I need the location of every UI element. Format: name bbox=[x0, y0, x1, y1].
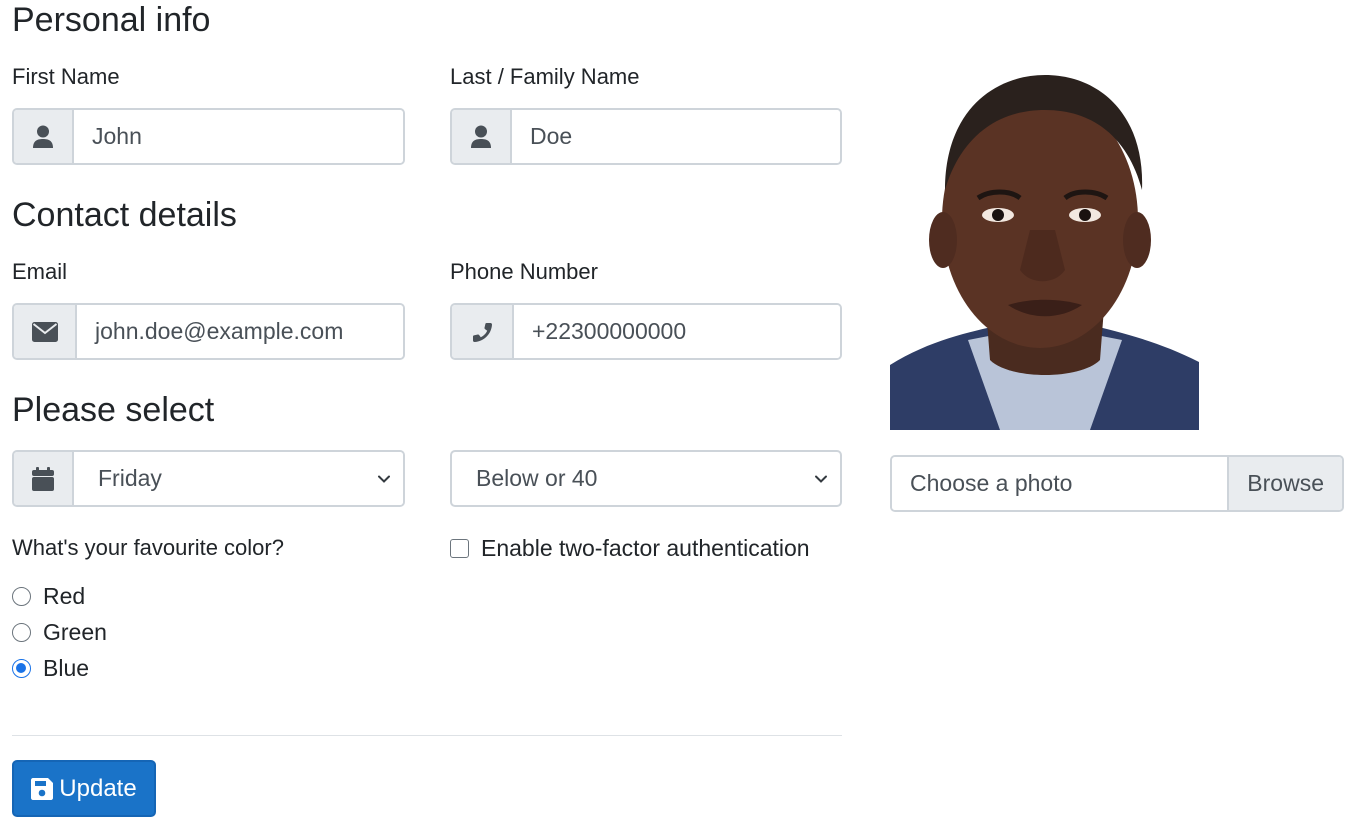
profile-photo bbox=[890, 70, 1199, 430]
last-name-input[interactable]: Doe bbox=[512, 110, 840, 163]
radio-label-green: Green bbox=[43, 618, 107, 645]
age-select-value: Below or 40 bbox=[476, 465, 598, 491]
email-label: Email bbox=[12, 259, 68, 284]
two-factor-label: Enable two-factor authentication bbox=[481, 534, 810, 561]
color-option-blue[interactable]: Blue bbox=[12, 650, 89, 686]
age-select[interactable]: Below or 40 bbox=[450, 450, 842, 507]
email-input[interactable]: john.doe@example.com bbox=[77, 305, 403, 358]
two-factor-option[interactable]: Enable two-factor authentication bbox=[450, 530, 810, 566]
day-select-group[interactable]: Friday bbox=[12, 450, 405, 507]
last-name-label: Last / Family Name bbox=[450, 64, 640, 89]
phone-input[interactable]: +22300000000 bbox=[514, 305, 840, 358]
profile-photo-image bbox=[890, 70, 1199, 430]
day-select[interactable]: Friday bbox=[74, 452, 403, 505]
form-divider bbox=[12, 735, 842, 736]
phone-addon bbox=[452, 305, 514, 358]
contact-details-heading: Contact details bbox=[12, 196, 237, 234]
first-name-field[interactable]: John bbox=[12, 108, 405, 165]
first-name-addon bbox=[14, 110, 74, 163]
first-name-label: First Name bbox=[12, 64, 120, 89]
photo-file-placeholder[interactable]: Choose a photo bbox=[892, 457, 1228, 510]
radio-red[interactable] bbox=[12, 586, 31, 606]
save-icon bbox=[31, 777, 54, 800]
phone-field[interactable]: +22300000000 bbox=[450, 303, 842, 360]
phone-label: Phone Number bbox=[450, 259, 598, 284]
email-field[interactable]: john.doe@example.com bbox=[12, 303, 405, 360]
calendar-icon bbox=[32, 466, 54, 491]
first-name-input[interactable]: John bbox=[74, 110, 403, 163]
two-factor-checkbox[interactable] bbox=[450, 538, 469, 558]
please-select-heading: Please select bbox=[12, 391, 215, 429]
radio-blue[interactable] bbox=[12, 658, 31, 678]
chevron-down-icon bbox=[815, 475, 827, 483]
day-addon bbox=[14, 452, 74, 505]
personal-info-heading: Personal info bbox=[12, 1, 211, 39]
radio-label-blue: Blue bbox=[43, 654, 90, 681]
browse-button[interactable]: Browse bbox=[1227, 457, 1342, 510]
user-icon bbox=[33, 125, 53, 148]
update-button[interactable]: Update bbox=[12, 760, 156, 817]
email-addon bbox=[14, 305, 77, 358]
update-button-label: Update bbox=[59, 774, 137, 802]
radio-green[interactable] bbox=[12, 622, 31, 642]
last-name-field[interactable]: Doe bbox=[450, 108, 842, 165]
profile-form: Personal info First Name John Last / Fam… bbox=[0, 0, 1355, 824]
favourite-color-label: What's your favourite color? bbox=[12, 535, 284, 560]
photo-file-input[interactable]: Choose a photo Browse bbox=[890, 455, 1344, 512]
color-option-red[interactable]: Red bbox=[12, 578, 85, 614]
chevron-down-icon bbox=[378, 475, 390, 483]
envelope-icon bbox=[31, 321, 58, 342]
day-select-value: Friday bbox=[98, 465, 162, 491]
user-icon bbox=[471, 125, 491, 148]
last-name-addon bbox=[452, 110, 512, 163]
radio-label-red: Red bbox=[43, 582, 86, 609]
color-option-green[interactable]: Green bbox=[12, 614, 107, 650]
phone-icon bbox=[473, 322, 492, 342]
